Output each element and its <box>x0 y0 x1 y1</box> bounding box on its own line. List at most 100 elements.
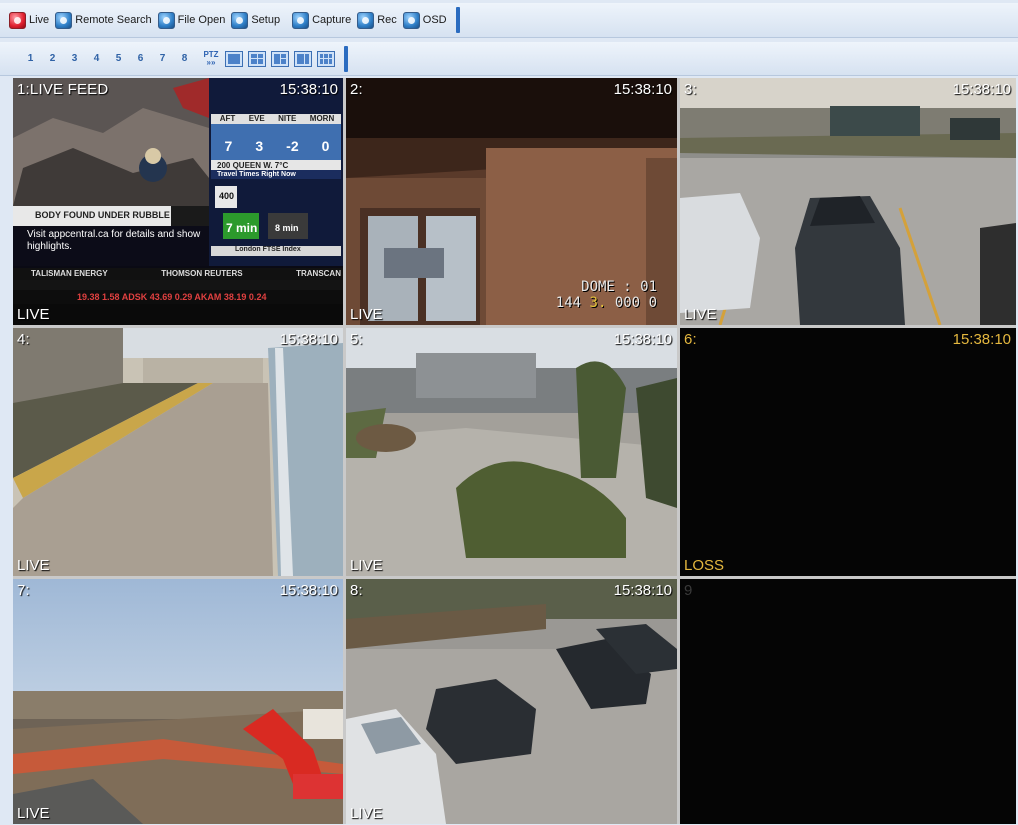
camera-5-name: 5: <box>350 331 363 348</box>
weather-time-morn: MORN <box>309 114 335 123</box>
ticker-item-3: TRANSCAN <box>296 269 341 278</box>
camera-tile-1[interactable]: BODY FOUND UNDER RUBBLE Visit appcentral… <box>13 78 343 325</box>
camera-4-name: 4: <box>17 331 30 348</box>
channel-button-4[interactable]: 4 <box>88 49 105 69</box>
camera-tile-5[interactable]: 5: 15:38:10 LIVE <box>346 328 677 576</box>
news-promo: Visit appcentral.ca for details and show… <box>27 229 201 252</box>
camera-tile-8[interactable]: 8: 15:38:10 LIVE <box>346 579 677 824</box>
camera-3-name: 3: <box>684 81 697 98</box>
ticker-top: TALISMAN ENERGY THOMSON REUTERS TRANSCAN <box>31 269 341 278</box>
ptz-button[interactable]: PTZ»» <box>202 49 220 67</box>
ticker-bottom: 19.38 1.58 ADSK 43.69 0.29 AKAM 38.19 0.… <box>77 292 267 302</box>
camera-4-video <box>13 328 343 576</box>
weather-temp-aft: 7 <box>224 138 233 154</box>
rec-icon <box>357 11 375 29</box>
capture-icon <box>292 11 310 29</box>
camera-7-time: 15:38:10 <box>279 582 338 599</box>
osd-icon <box>402 11 420 29</box>
rec-label: Rec <box>377 14 397 26</box>
channel-button-7[interactable]: 7 <box>154 49 171 69</box>
travel-time: 7 min <box>226 221 258 235</box>
camera-2-name: 2: <box>350 81 363 98</box>
camera-tile-9[interactable]: 9 <box>680 579 1016 824</box>
weather-times: AFT EVE NITE MORN <box>213 114 341 123</box>
channel-toolbar: 1 2 3 4 5 6 7 8 PTZ»» <box>0 42 1018 76</box>
channel-button-6[interactable]: 6 <box>132 49 149 69</box>
camera-3-video <box>680 78 1016 325</box>
news-headline: BODY FOUND UNDER RUBBLE <box>35 210 170 220</box>
remote-search-icon <box>55 11 73 29</box>
camera-3-time: 15:38:10 <box>952 81 1011 98</box>
capture-button[interactable]: Capture <box>291 9 352 31</box>
weather-time-nite: NITE <box>278 114 297 123</box>
camera-1-name: 1:LIVE FEED <box>17 81 109 98</box>
camera-2-time: 15:38:10 <box>613 81 672 98</box>
dome-values: 144 3. 000 0 <box>555 295 657 311</box>
travel-route: 400 <box>219 191 235 201</box>
channel-button-2[interactable]: 2 <box>44 49 61 69</box>
channel-button-5[interactable]: 5 <box>110 49 127 69</box>
camera-5-video <box>346 328 677 576</box>
camera-5-status: LIVE <box>350 557 383 574</box>
layout-2x2-button[interactable] <box>248 50 266 67</box>
camera-1-time: 15:38:10 <box>279 81 338 98</box>
camera-tile-7[interactable]: 7: 15:38:10 LIVE <box>13 579 343 824</box>
ticker-item-2: THOMSON REUTERS <box>161 269 243 278</box>
dome-readout: DOME : 01 144 3. 000 0 <box>556 279 657 311</box>
weather-temp-eve: 3 <box>255 138 264 154</box>
camera-5-time: 15:38:10 <box>613 331 672 348</box>
camera-tile-4[interactable]: 4: 15:38:10 LIVE <box>13 328 343 576</box>
camera-6-time: 15:38:10 <box>952 331 1011 348</box>
weather-address: 200 QUEEN W. 7°C <box>217 161 289 170</box>
camera-1-status: LIVE <box>17 306 50 323</box>
osd-button[interactable]: OSD <box>402 9 448 31</box>
weather-temps: 7 3 -2 0 <box>213 138 341 154</box>
camera-4-status: LIVE <box>17 557 50 574</box>
ticker-item-1: TALISMAN ENERGY <box>31 269 108 278</box>
channel-button-3[interactable]: 3 <box>66 49 83 69</box>
dome-value-focus: 0 <box>648 295 657 311</box>
layout-1plus5-button[interactable] <box>271 50 289 67</box>
camera-3-status: LIVE <box>684 306 717 323</box>
setup-button[interactable]: Setup <box>230 9 281 31</box>
weather-temp-nite: -2 <box>286 138 299 154</box>
camera-7-video <box>13 579 343 824</box>
camera-4-time: 15:38:10 <box>279 331 338 348</box>
dome-value-zoom: 000 <box>614 295 641 311</box>
camera-8-time: 15:38:10 <box>613 582 672 599</box>
camera-6-name: 6: <box>684 331 697 348</box>
file-open-button[interactable]: File Open <box>157 9 227 31</box>
travel-times-label: Travel Times Right Now <box>217 171 296 178</box>
setup-label: Setup <box>251 14 281 26</box>
camera-8-status: LIVE <box>350 805 383 822</box>
dome-value-pan: 144 <box>555 295 582 311</box>
camera-tile-3[interactable]: 3: 15:38:10 LIVE <box>680 78 1016 325</box>
live-label: Live <box>29 14 50 26</box>
file-open-label: File Open <box>177 14 226 26</box>
camera-8-video <box>346 579 677 824</box>
dome-id: DOME : 01 <box>581 279 657 295</box>
remote-search-label: Remote Search <box>75 14 152 26</box>
remote-search-button[interactable]: Remote Search <box>54 9 152 31</box>
channel-button-8[interactable]: 8 <box>176 49 193 69</box>
camera-tile-2[interactable]: DOME : 01 144 3. 000 0 2: 15:38:10 LIVE <box>346 78 677 325</box>
ptz-label: PTZ <box>203 49 219 59</box>
dome-value-tilt: 3 <box>589 295 598 311</box>
osd-label: OSD <box>422 14 447 26</box>
file-open-icon <box>157 11 175 29</box>
camera-2-status: LIVE <box>350 306 383 323</box>
live-button[interactable]: Live <box>8 9 50 31</box>
layout-1plus7-button[interactable] <box>294 50 312 67</box>
ftse-index-label: London FTSE Index <box>235 246 301 253</box>
layout-3x3-button[interactable] <box>317 50 335 67</box>
weather-time-aft: AFT <box>219 114 236 123</box>
camera-tile-6[interactable]: 6: 15:38:10 LOSS <box>680 328 1016 576</box>
channel-button-1[interactable]: 1 <box>22 49 39 69</box>
camera-7-status: LIVE <box>17 805 50 822</box>
toolbar-separator <box>455 7 460 33</box>
camera-8-name: 8: <box>350 582 363 599</box>
camera-7-name: 7: <box>17 582 30 599</box>
capture-label: Capture <box>312 14 352 26</box>
layout-1x1-button[interactable] <box>225 50 243 67</box>
rec-button[interactable]: Rec <box>356 9 398 31</box>
